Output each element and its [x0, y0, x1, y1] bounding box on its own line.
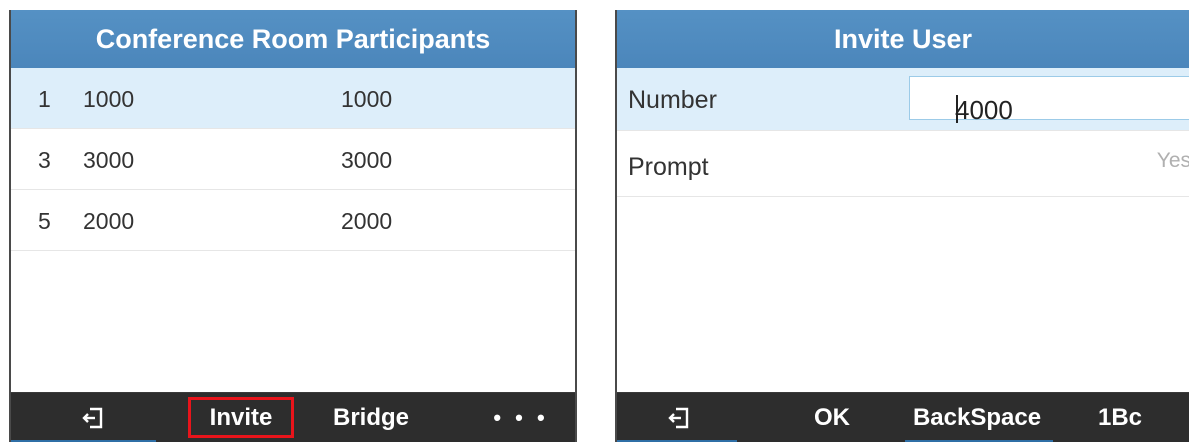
participant-number: 1000: [83, 86, 135, 112]
participant-name: 2000: [341, 208, 393, 234]
participant-index: 1: [38, 86, 51, 112]
softkey-bar: Invite Bridge • • •: [11, 392, 575, 442]
participant-row-5[interactable]: 5 2000 2000: [11, 190, 575, 251]
ok-softkey[interactable]: OK: [802, 393, 862, 442]
participant-row-3[interactable]: 3 3000 3000: [11, 129, 575, 190]
participant-name: 1000: [341, 86, 393, 112]
prompt-row[interactable]: Prompt Yes: [617, 131, 1189, 197]
participant-name: 3000: [341, 147, 393, 173]
participant-row-1[interactable]: 1 1000 1000: [11, 68, 575, 129]
more-softkey[interactable]: • • •: [481, 393, 561, 442]
number-input[interactable]: 4000: [909, 76, 1189, 125]
text-caret: [956, 95, 958, 123]
prompt-label: Prompt: [628, 153, 709, 181]
backspace-softkey[interactable]: BackSpace: [907, 393, 1047, 442]
input-mode-softkey[interactable]: 1Bc: [1085, 393, 1155, 442]
participant-index: 3: [38, 147, 51, 173]
exit-softkey[interactable]: [649, 393, 709, 442]
number-label: Number: [628, 86, 717, 114]
participant-number: 3000: [83, 147, 135, 173]
softkey-bar: OK BackSpace 1Bc: [617, 392, 1189, 442]
page-title: Invite User: [617, 10, 1189, 68]
exit-icon: [82, 407, 103, 428]
bridge-softkey[interactable]: Bridge: [316, 393, 426, 442]
participant-index: 5: [38, 208, 51, 234]
invite-user-screen: Invite User Number 4000 Prompt Yes OK Ba…: [615, 10, 1189, 442]
invite-softkey[interactable]: Invite: [188, 397, 294, 438]
participant-number: 2000: [83, 208, 135, 234]
exit-icon: [668, 407, 689, 428]
number-row[interactable]: Number 4000: [617, 68, 1189, 131]
exit-softkey[interactable]: [63, 393, 123, 442]
number-input-value: 4000: [955, 95, 1013, 125]
page-title: Conference Room Participants: [11, 10, 575, 68]
conference-participants-screen: Conference Room Participants 1 1000 1000…: [9, 10, 577, 442]
prompt-value: Yes: [1156, 149, 1189, 172]
